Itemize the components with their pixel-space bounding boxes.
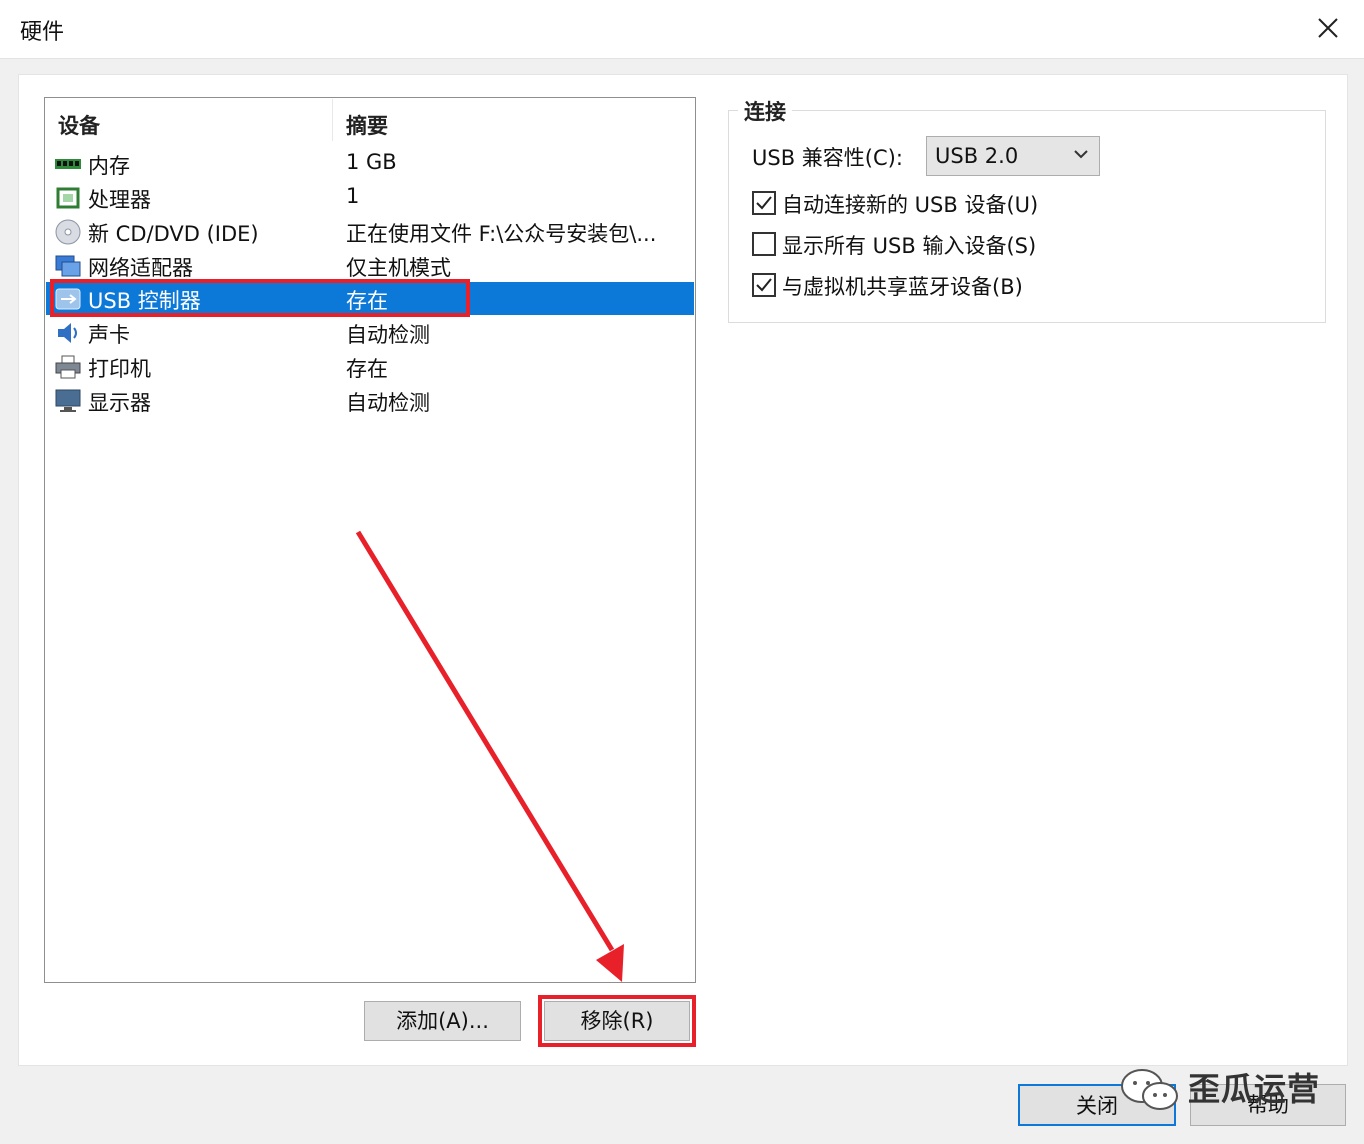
display-icon [55,389,81,412]
close-icon [1318,18,1338,38]
column-divider[interactable] [332,99,333,141]
auto-connect-usb-checkbox[interactable] [752,191,776,215]
watermark-text: 歪瓜运营 [1188,1070,1321,1108]
sound-card-icon [58,323,77,343]
wechat-icon [1121,1069,1178,1110]
device-name: 声卡 [88,323,130,347]
add-button[interactable]: 添加(A)... [364,1001,521,1041]
device-row-network-adapter[interactable]: 网络适配器 仅主机模式 [46,249,694,282]
network-adapter-icon [55,255,81,277]
device-row-printer[interactable]: 打印机 存在 [46,350,694,383]
usb-compatibility-value: USB 2.0 [935,144,1019,168]
device-row-usb-controller[interactable]: USB 控制器 存在 [46,282,694,315]
device-summary: 自动检测 [346,323,430,347]
device-row-memory[interactable]: 内存 1 GB [46,147,694,180]
device-summary: 1 GB [346,150,397,174]
device-summary: 存在 [346,357,388,381]
window-title: 硬件 [20,20,65,45]
device-name: 内存 [88,154,130,178]
close-window-button[interactable] [1306,8,1350,48]
remove-button[interactable]: 移除(R) [544,1001,690,1041]
cd-dvd-icon [55,219,81,245]
printer-icon [55,355,81,379]
device-name: 网络适配器 [88,256,193,280]
chevron-down-icon [1074,150,1088,159]
memory-icon [55,159,81,169]
column-header-summary[interactable]: 摘要 [346,110,388,140]
device-name: USB 控制器 [88,289,201,313]
show-all-usb-input-label[interactable]: 显示所有 USB 输入设备(S) [782,230,1036,260]
checkmark-icon [756,196,772,210]
share-bluetooth-checkbox[interactable] [752,273,776,297]
device-name: 显示器 [88,391,151,415]
device-name: 打印机 [88,357,151,381]
auto-connect-usb-label[interactable]: 自动连接新的 USB 设备(U) [782,189,1038,219]
device-summary: 自动检测 [346,391,430,415]
device-summary: 1 [346,184,360,208]
device-summary: 正在使用文件 F:\公众号安装包\... [346,222,657,246]
usb-controller-icon [55,288,81,310]
device-row-display[interactable]: 显示器 自动检测 [46,384,694,417]
title-bar: 硬件 [0,0,1364,59]
device-name: 新 CD/DVD (IDE) [88,222,259,246]
device-name: 处理器 [88,188,151,212]
device-summary: 存在 [346,289,388,313]
checkmark-icon [756,278,772,292]
column-header-device[interactable]: 设备 [58,110,100,140]
usb-compatibility-label: USB 兼容性(C): [752,146,903,170]
share-bluetooth-label[interactable]: 与虚拟机共享蓝牙设备(B) [782,271,1023,301]
usb-compatibility-select[interactable]: USB 2.0 [926,136,1100,176]
device-row-processor[interactable]: 处理器 1 [46,181,694,214]
processor-icon [56,187,80,209]
arrow-annotation [355,530,624,982]
device-summary: 仅主机模式 [346,256,451,280]
device-row-cd-dvd[interactable]: 新 CD/DVD (IDE) 正在使用文件 F:\公众号安装包\... [46,215,694,248]
connection-group-title: 连接 [738,96,792,126]
device-row-sound-card[interactable]: 声卡 自动检测 [46,316,694,349]
watermark: 歪瓜运营 [1118,1058,1348,1118]
show-all-usb-input-checkbox[interactable] [752,232,776,256]
